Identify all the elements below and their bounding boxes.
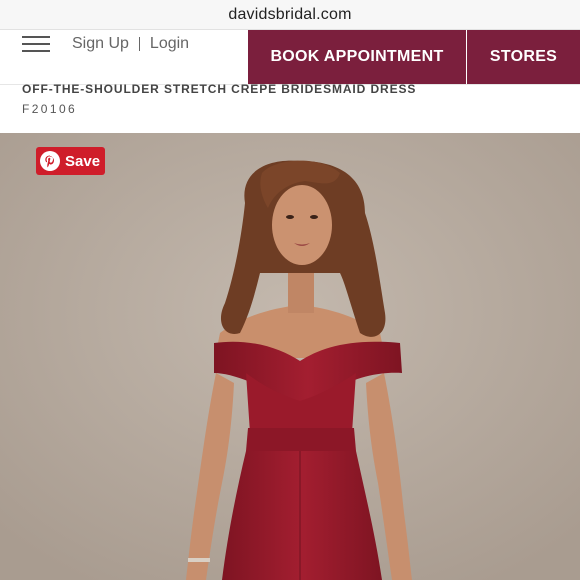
product-sku: F20106 (22, 102, 78, 116)
product-title: OFF-THE-SHOULDER STRETCH CREPE BRIDESMAI… (22, 82, 417, 96)
url-text: davidsbridal.com (228, 5, 352, 23)
login-link[interactable]: Login (150, 35, 189, 53)
product-info: OFF-THE-SHOULDER STRETCH CREPE BRIDESMAI… (22, 82, 562, 116)
pinterest-save-label: Save (65, 152, 101, 170)
stores-button[interactable]: STORES (467, 30, 580, 84)
site-header: Sign Up Login BOOK APPOINTMENT STORES (0, 30, 580, 84)
pinterest-icon (40, 151, 60, 171)
sign-up-link[interactable]: Sign Up (72, 35, 129, 53)
auth-links: Sign Up Login (72, 33, 189, 55)
auth-separator (138, 37, 140, 51)
model-photo (0, 133, 580, 580)
pinterest-save-button[interactable]: Save (36, 147, 105, 175)
book-appointment-button[interactable]: BOOK APPOINTMENT (248, 30, 466, 84)
product-image[interactable] (0, 133, 580, 580)
browser-url-bar[interactable]: davidsbridal.com (0, 0, 580, 30)
hamburger-menu-icon[interactable] (22, 36, 50, 52)
